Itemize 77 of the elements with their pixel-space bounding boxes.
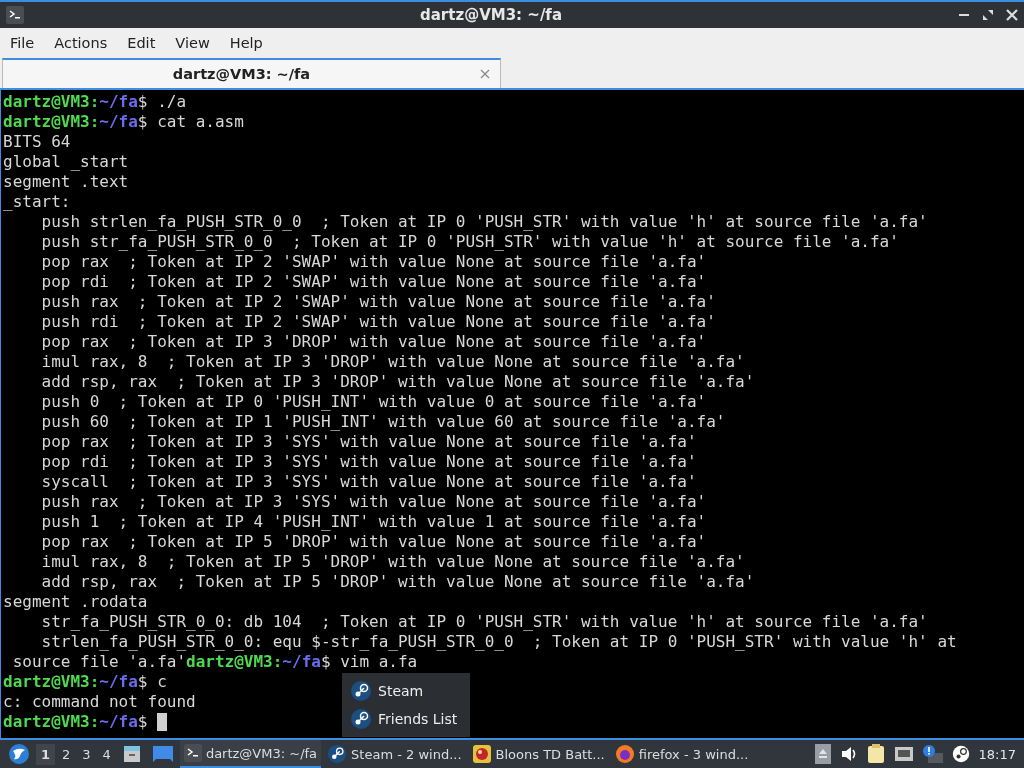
output-line: push 1 ; Token at IP 4 'PUSH_INT' with value 1 at source file 'a.fa'	[40, 512, 707, 532]
menu-item[interactable]: Friends List	[342, 705, 470, 733]
output-line: pop rax ; Token at IP 5 'DROP' with value None at source file 'a.fa'	[40, 532, 707, 552]
command-text: cat a.asm	[157, 112, 244, 132]
notification-icon[interactable]	[922, 745, 943, 763]
output-line: BITS 64	[3, 132, 71, 152]
prompt-sign: $	[137, 672, 148, 692]
menu-item[interactable]: Actions	[54, 35, 118, 51]
output-line: pop rdi ; Token at IP 3 'SYS' with value None at source file 'a.fa'	[40, 452, 697, 472]
output-line: add rsp, rax ; Token at IP 3 'DROP' with value None at source file 'a.fa'	[40, 372, 755, 392]
maximize-icon[interactable]	[982, 9, 994, 21]
output-line: pop rax ; Token at IP 2 'SWAP' with value None at source file 'a.fa'	[40, 252, 707, 272]
workspace-button[interactable]: 3	[77, 743, 96, 765]
prompt-path: ~/fa	[99, 112, 138, 132]
network-icon[interactable]	[893, 746, 914, 762]
output-line: _start:	[3, 192, 71, 212]
prompt-user: dartz@VM3:	[3, 92, 100, 112]
output-line: pop rdi ; Token at IP 2 'SWAP' with value None at source file 'a.fa'	[40, 272, 707, 292]
output-line: pop rax ; Token at IP 3 'SYS' with value None at source file 'a.fa'	[40, 432, 697, 452]
output-line: push rax ; Token at IP 2 'SWAP' with value None at source file 'a.fa'	[40, 292, 716, 312]
window-title: dartz@VM3: ~/fa	[418, 6, 563, 24]
output-line: push 0 ; Token at IP 0 'PUSH_INT' with value 0 at source file 'a.fa'	[40, 392, 707, 412]
prompt-sign: $	[320, 652, 331, 672]
prompt-sign: $	[137, 112, 148, 132]
output-line: segment .text	[3, 172, 129, 192]
tab[interactable]: dartz@VM3: ~/fa	[2, 58, 501, 88]
prompt-user: dartz@VM3:	[3, 712, 100, 732]
prompt-path: ~/fa	[99, 712, 138, 732]
command-text: ./a	[157, 92, 187, 112]
output-line: pop rax ; Token at IP 3 'DROP' with value None at source file 'a.fa'	[40, 332, 707, 352]
workspace-button[interactable]: 2	[57, 743, 76, 765]
prompt-user: dartz@VM3:	[3, 672, 100, 692]
output-line: source file 'a.fa'	[11, 652, 187, 672]
output-line: push strlen_fa_PUSH_STR_0_0 ; Token at IP 0 'PUSH_STR' with value 'h' at source file 'a.fa'	[40, 212, 928, 232]
menu-item[interactable]: View	[175, 35, 220, 51]
prompt-user: dartz@VM3:	[3, 112, 100, 132]
output-line: push rdi ; Token at IP 2 'SWAP' with value None at source file 'a.fa'	[40, 312, 716, 332]
command-text: vim a.fa	[340, 652, 418, 672]
game-icon	[471, 744, 492, 764]
output-line: push 60 ; Token at IP 1 'PUSH_INT' with value 60 at source file 'a.fa'	[40, 412, 726, 432]
output-line: segment .rodata	[3, 592, 148, 612]
task-button[interactable]: firefox - 3 wind...	[610, 741, 753, 767]
desktop-icon[interactable]	[151, 745, 174, 763]
menu-item[interactable]: File	[10, 35, 45, 51]
prompt-path: ~/fa	[99, 672, 138, 692]
task-button[interactable]: Steam - 2 wind...	[323, 741, 466, 767]
task-button[interactable]: dartz@VM3: ~/fa	[179, 740, 322, 768]
terminal-icon	[183, 744, 202, 762]
output-line: syscall ; Token at IP 3 'SYS' with value None at source file 'a.fa'	[40, 472, 697, 492]
output-line: push rax ; Token at IP 3 'SYS' with value None at source file 'a.fa'	[40, 492, 707, 512]
file-cabinet-icon[interactable]	[121, 744, 142, 764]
command-text: c	[157, 672, 167, 692]
prompt-path: ~/fa	[99, 92, 138, 112]
menu-item[interactable]: Edit	[127, 35, 166, 51]
output-line: imul rax, 8 ; Token at IP 5 'DROP' with value None at source file 'a.fa'	[40, 552, 745, 572]
volume-icon[interactable]	[839, 745, 858, 763]
prompt-sign: $	[137, 92, 148, 112]
output-line: add rsp, rax ; Token at IP 5 'DROP' with value None at source file 'a.fa'	[40, 572, 755, 592]
menu-item[interactable]: Steam	[342, 677, 470, 705]
workspace-button[interactable]: 4	[97, 743, 116, 765]
prompt-path: ~/fa	[282, 652, 321, 672]
output-line: push str_fa_PUSH_STR_0_0 ; Token at IP 0 'PUSH_STR' with value 'h' at source file 'a.fa'	[40, 232, 899, 252]
output-line: str_fa_PUSH_STR_0_0: db 104 ; Token at IP 0 'PUSH_STR' with value 'h' at source file 'a.fa'	[40, 612, 928, 632]
bird-icon[interactable]	[8, 743, 30, 765]
prompt-sign: $	[137, 712, 148, 732]
output-line: strlen_fa_PUSH_STR_0_0: equ $-str_fa_PUSH_STR_0_0 ; Token at IP 0 'PUSH_STR' with value 'h' at	[40, 632, 957, 652]
output-line: c: command not found	[3, 692, 196, 712]
prompt-user: dartz@VM3:	[186, 652, 283, 672]
task-button[interactable]: Bloons TD Batt...	[467, 741, 609, 767]
clock[interactable]: 18:17	[978, 746, 1016, 762]
clipboard-icon[interactable]	[866, 744, 885, 764]
output-line: global _start	[3, 152, 129, 172]
output-line: imul rax, 8 ; Token at IP 3 'DROP' with value None at source file 'a.fa'	[40, 352, 745, 372]
workspace-button[interactable]: 1	[36, 743, 56, 765]
menu-item[interactable]: Help	[229, 35, 273, 51]
terminal-icon	[6, 6, 24, 24]
eject-icon[interactable]	[814, 744, 831, 764]
